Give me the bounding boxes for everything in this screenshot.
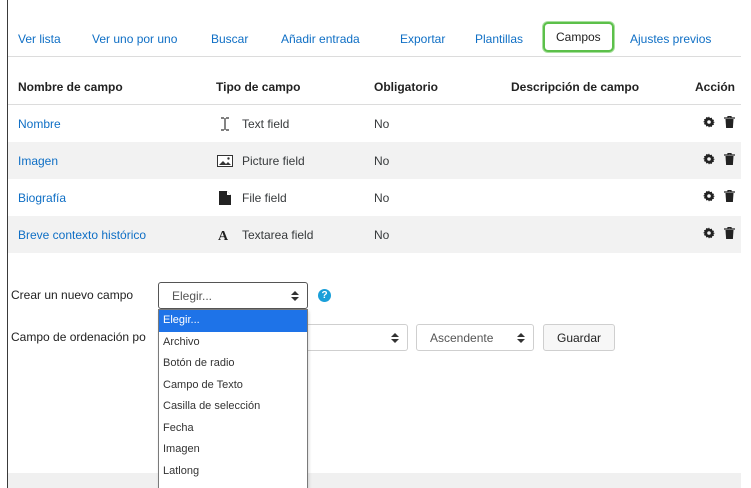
row-actions — [703, 142, 735, 179]
svg-text:A: A — [218, 229, 229, 241]
dropdown-option[interactable]: Latlong — [159, 461, 307, 483]
select-arrows-icon — [517, 332, 525, 344]
table-row: Biografía File field No — [8, 179, 741, 216]
dropdown-option[interactable]: Botón de radio — [159, 353, 307, 375]
column-header-required: Obligatorio — [374, 79, 438, 94]
tab-ver-lista[interactable]: Ver lista — [18, 28, 61, 50]
field-name-link[interactable]: Nombre — [18, 105, 61, 142]
trash-icon[interactable] — [724, 226, 735, 242]
field-type-label: Textarea field — [242, 227, 314, 242]
gear-icon[interactable] — [703, 190, 715, 205]
field-name-link[interactable]: Breve contexto histórico — [18, 216, 146, 253]
new-field-label: Crear un nuevo campo — [11, 288, 134, 302]
field-type-dropdown: Elegir... Archivo Botón de radio Campo d… — [158, 309, 308, 488]
tab-bar: Ver lista Ver uno por uno Buscar Añadir … — [8, 20, 741, 57]
fields-page: Ver lista Ver uno por uno Buscar Añadir … — [8, 0, 741, 488]
sort-field-select[interactable] — [298, 324, 408, 351]
tab-exportar[interactable]: Exportar — [400, 28, 445, 50]
table-row: Breve contexto histórico A Textarea fiel… — [8, 216, 741, 253]
column-header-type: Tipo de campo — [216, 79, 301, 94]
gear-icon[interactable] — [703, 227, 715, 242]
row-actions — [703, 105, 735, 142]
save-button[interactable]: Guardar — [543, 324, 615, 351]
column-header-description: Descripción de campo — [511, 79, 640, 94]
tab-campos[interactable]: Campos — [543, 22, 614, 52]
help-icon[interactable]: ? — [318, 289, 331, 302]
field-type-select[interactable]: Elegir... — [158, 282, 308, 309]
field-required: No — [374, 190, 390, 205]
tab-buscar[interactable]: Buscar — [211, 28, 248, 50]
gear-icon[interactable] — [703, 116, 715, 131]
field-required: No — [374, 227, 390, 242]
field-type: Picture field — [216, 142, 305, 179]
select-arrows-icon — [391, 332, 399, 344]
field-name-link[interactable]: Biografía — [18, 179, 66, 216]
field-name-link[interactable]: Imagen — [18, 142, 58, 179]
dropdown-option[interactable]: Imagen — [159, 439, 307, 461]
field-type: File field — [216, 179, 287, 216]
field-type-label: Picture field — [242, 153, 305, 168]
file-icon — [216, 190, 234, 205]
field-required: No — [374, 153, 390, 168]
dropdown-option[interactable]: Fecha — [159, 418, 307, 440]
tab-ajustes-previos[interactable]: Ajustes previos — [630, 28, 711, 50]
tab-ver-uno-por-uno[interactable]: Ver uno por uno — [92, 28, 177, 50]
trash-icon[interactable] — [724, 115, 735, 131]
field-type: Text field — [216, 105, 289, 142]
table-row: Imagen Picture field No — [8, 142, 741, 179]
row-actions — [703, 216, 735, 253]
textarea-icon: A — [216, 228, 234, 241]
tab-anadir-entrada[interactable]: Añadir entrada — [281, 28, 360, 50]
dropdown-option[interactable]: Casilla de selección — [159, 396, 307, 418]
gear-icon[interactable] — [703, 153, 715, 168]
footer-strip — [8, 473, 741, 488]
field-type: A Textarea field — [216, 216, 313, 253]
text-cursor-icon — [216, 116, 234, 131]
picture-icon — [216, 154, 234, 167]
row-actions — [703, 179, 735, 216]
dropdown-option[interactable]: Archivo — [159, 332, 307, 354]
select-arrows-icon — [291, 290, 299, 302]
sort-field-label: Campo de ordenación po — [11, 330, 146, 344]
field-type-select-value: Elegir... — [172, 288, 213, 303]
column-header-action: Acción — [694, 79, 735, 94]
table-header: Nombre de campo Tipo de campo Obligatori… — [8, 69, 741, 105]
trash-icon[interactable] — [724, 189, 735, 205]
tab-plantillas[interactable]: Plantillas — [475, 28, 523, 50]
column-header-name: Nombre de campo — [18, 79, 123, 94]
trash-icon[interactable] — [724, 152, 735, 168]
field-type-label: File field — [242, 190, 287, 205]
sort-order-value: Ascendente — [430, 330, 494, 345]
dropdown-option[interactable]: Elegir... — [159, 310, 307, 332]
table-row: Nombre Text field No — [8, 105, 741, 142]
dropdown-option[interactable]: Campo de Texto — [159, 375, 307, 397]
field-type-label: Text field — [242, 116, 290, 131]
sort-order-select[interactable]: Ascendente — [416, 324, 534, 351]
field-required: No — [374, 116, 390, 131]
